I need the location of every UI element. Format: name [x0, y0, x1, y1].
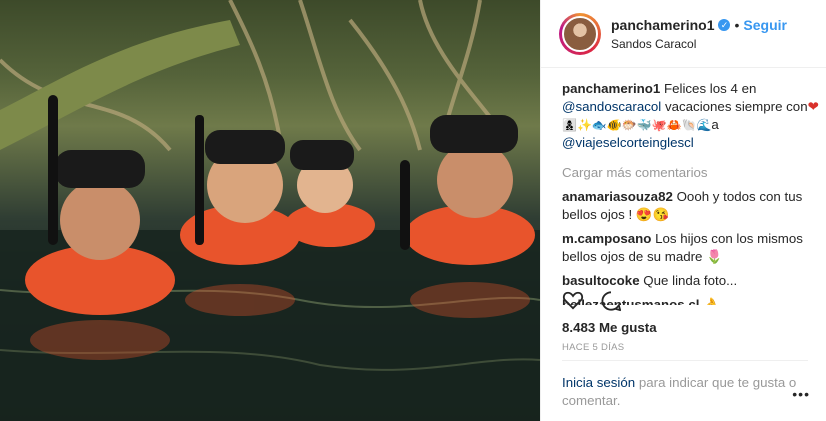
load-more-comments-button[interactable]: Cargar más comentarios — [562, 164, 820, 182]
caption-emojis: 👩‍👦‍👦✨🐟🐠🐡🐳🐙🦀🐚🌊 — [562, 118, 712, 132]
comment-item: m.camposano Los hijos con los mismos bel… — [562, 230, 820, 266]
follow-button[interactable]: Seguir — [743, 17, 787, 33]
divider — [562, 360, 808, 361]
caption-mention-agency[interactable]: @viajeselcorteinglescl — [562, 135, 694, 150]
post-header: panchamerino1 ✓ • Seguir Sandos Caracol — [541, 0, 826, 68]
snorkel-family-photo — [0, 0, 540, 421]
caption: panchamerino1 Felices los 4 en @sandosca… — [562, 80, 820, 152]
comment-username[interactable]: basultocoke — [562, 273, 640, 288]
comment-username[interactable]: anamariasouza82 — [562, 189, 673, 204]
comment-item: basultocoke Que linda foto... — [562, 272, 820, 290]
action-bar — [562, 290, 622, 312]
caption-text-3: a — [711, 117, 719, 132]
caption-emoji-row: 👩‍👦‍👦✨🐟🐠🐡🐳🐙🦀🐚🌊 — [562, 117, 711, 132]
more-options-icon[interactable]: ••• — [792, 386, 810, 402]
verified-badge-icon: ✓ — [718, 18, 731, 31]
comment-bubble-icon[interactable] — [600, 290, 622, 312]
heart-emoji: ❤ — [807, 99, 819, 114]
header-username[interactable]: panchamerino1 — [611, 17, 714, 33]
caption-mention-hotel[interactable]: @sandoscaracol — [562, 99, 661, 114]
separator-dot: • — [734, 16, 740, 33]
header-line: panchamerino1 ✓ • Seguir — [611, 17, 787, 33]
comment-text: Que linda foto... — [643, 273, 738, 288]
instagram-post: panchamerino1 ✓ • Seguir Sandos Caracol … — [0, 0, 826, 421]
avatar[interactable] — [562, 15, 598, 52]
comment-username[interactable]: m.camposano — [562, 231, 651, 246]
caption-text-1: Felices los 4 en — [663, 81, 757, 96]
story-ring[interactable] — [559, 12, 601, 55]
like-heart-icon[interactable] — [562, 290, 584, 312]
location-link[interactable]: Sandos Caracol — [611, 37, 787, 51]
likes-count[interactable]: 8.483 Me gusta — [562, 320, 657, 335]
post-photo[interactable] — [0, 0, 540, 421]
post-timestamp[interactable]: HACE 5 DÍAS — [562, 342, 624, 353]
post-side-panel: panchamerino1 ✓ • Seguir Sandos Caracol … — [540, 0, 826, 421]
login-link[interactable]: Inicia sesión — [562, 375, 635, 390]
login-prompt: Inicia sesión para indicar que te gusta … — [562, 374, 802, 410]
comments-list: panchamerino1 Felices los 4 en @sandosca… — [562, 80, 820, 311]
comment-text: 👌 — [703, 297, 720, 305]
comment-item: anamariasouza82 Oooh y todos con tus bel… — [562, 188, 820, 224]
caption-username[interactable]: panchamerino1 — [562, 81, 660, 96]
header-text: panchamerino1 ✓ • Seguir Sandos Caracol — [611, 17, 787, 51]
caption-text-2: vacaciones siempre con — [664, 99, 808, 114]
